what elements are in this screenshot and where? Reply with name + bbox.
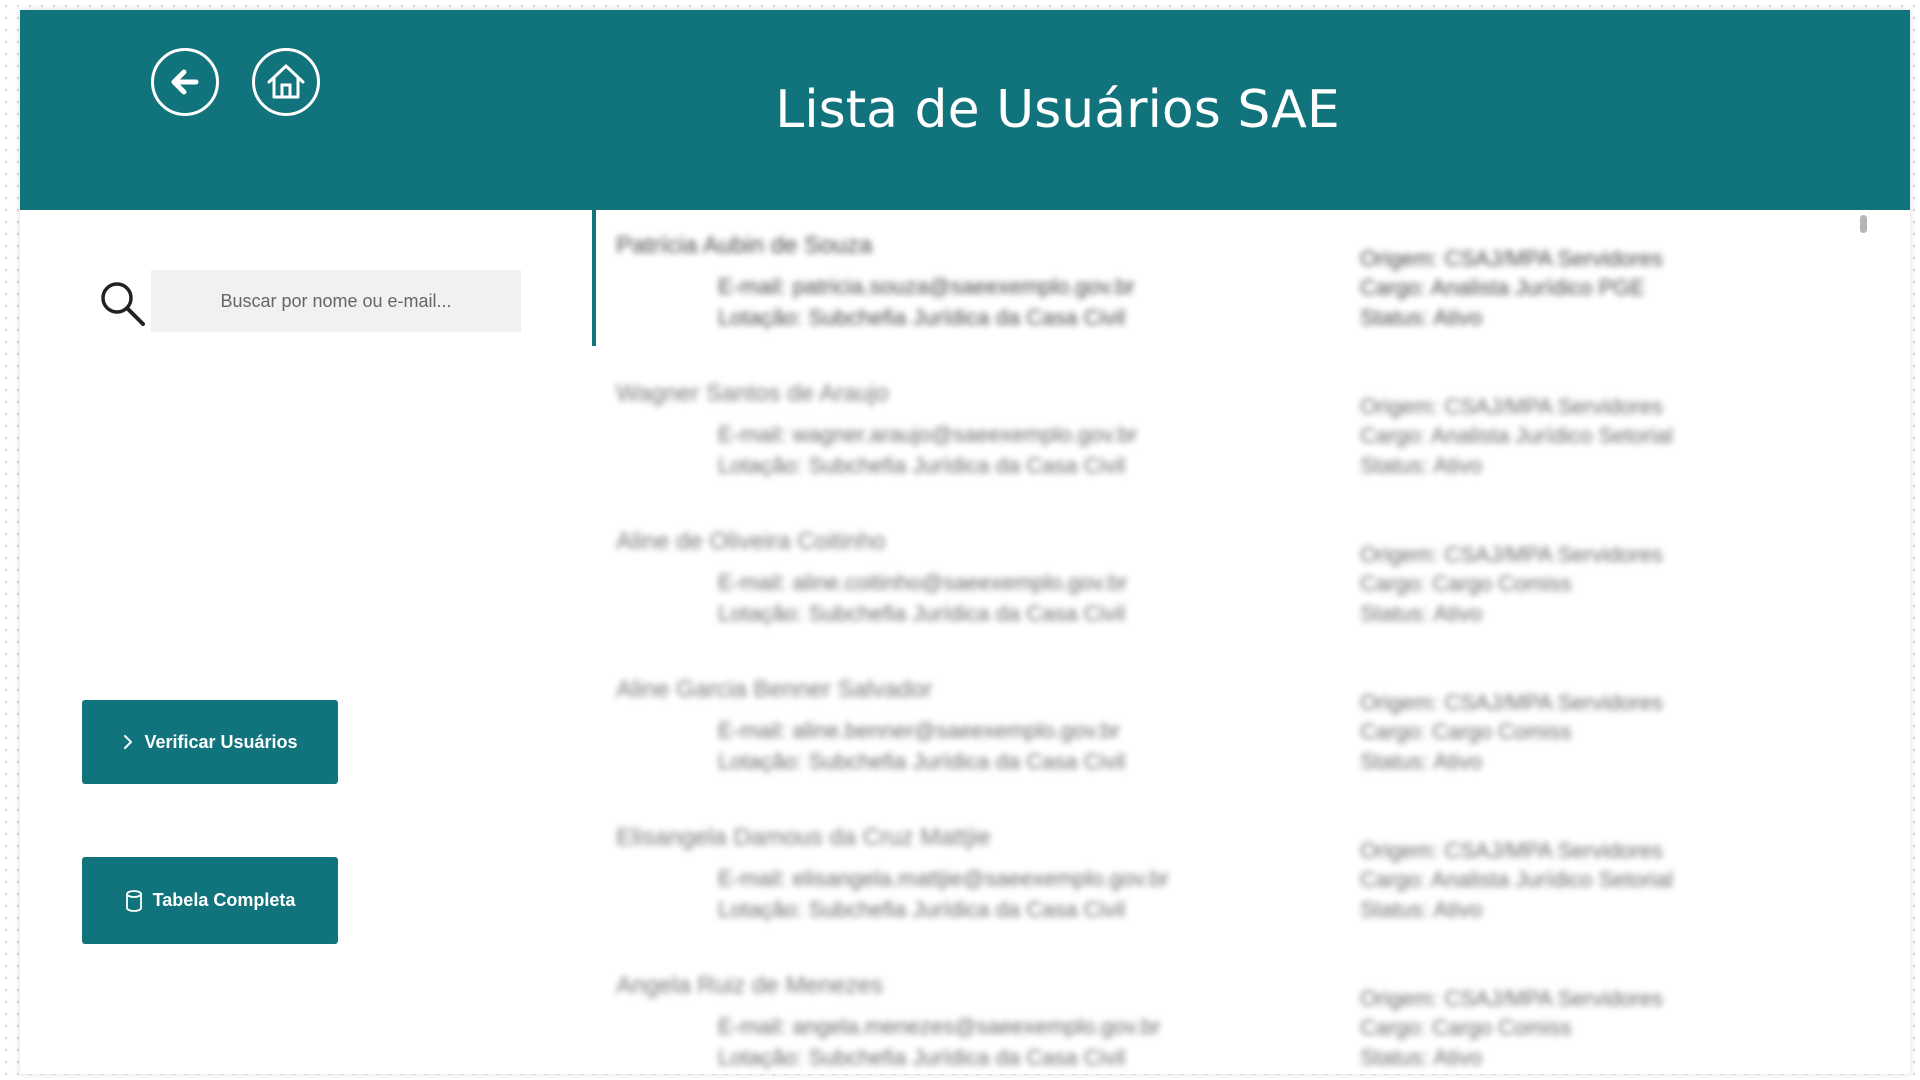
user-name: Patrícia Aubin de Souza [616, 232, 873, 259]
search-icon [101, 282, 145, 326]
user-name: Aline de Oliveira Coitinho [616, 528, 886, 555]
user-email: E-mail: patricia.souza@saeexemplo.gov.br [718, 274, 1135, 299]
header-bar: Lista de Usuários SAE [20, 10, 1910, 210]
user-origem: Origem: CSAJ/MPA Servidores [1360, 394, 1663, 419]
user-email: E-mail: aline.benner@saeexemplo.gov.br [718, 718, 1121, 743]
user-email: E-mail: elisangela.mattjie@saeexemplo.go… [718, 866, 1170, 891]
user-lotacao: Lotação: Subchefia Jurídica da Casa Civi… [718, 1045, 1126, 1070]
user-status: Status: Ativo [1360, 749, 1483, 774]
user-cargo: Cargo: Cargo Comiss [1360, 571, 1572, 596]
user-origem: Origem: CSAJ/MPA Servidores [1360, 690, 1663, 715]
chevron-right-icon [122, 734, 134, 750]
user-name: Aline Garcia Benner Salvador [616, 676, 933, 703]
user-cargo: Cargo: Cargo Comiss [1360, 719, 1572, 744]
database-icon [125, 889, 143, 912]
user-status: Status: Ativo [1360, 453, 1483, 478]
user-origem: Origem: CSAJ/MPA Servidores [1360, 838, 1663, 863]
user-list: Patrícia Aubin de Souza E-mail: patricia… [610, 232, 1870, 1074]
scrollbar-thumb[interactable] [1860, 215, 1867, 233]
user-lotacao: Lotação: Subchefia Jurídica da Casa Civi… [718, 749, 1126, 774]
list-item[interactable]: Aline de Oliveira Coitinho E-mail: aline… [610, 528, 1870, 676]
user-lotacao: Lotação: Subchefia Jurídica da Casa Civi… [718, 305, 1126, 330]
user-email: E-mail: aline.coitinho@saeexemplo.gov.br [718, 570, 1128, 595]
arrow-left-icon [171, 69, 199, 95]
report-canvas: Lista de Usuários SAE Verificar Usuários… [20, 10, 1910, 1074]
user-cargo: Cargo: Analista Jurídico PGE [1360, 275, 1645, 300]
user-cargo: Cargo: Cargo Comiss [1360, 1015, 1572, 1040]
user-email: E-mail: wagner.araujo@saeexemplo.gov.br [718, 422, 1138, 447]
user-origem: Origem: CSAJ/MPA Servidores [1360, 986, 1663, 1011]
user-email: E-mail: angela.menezes@saeexemplo.gov.br [718, 1014, 1161, 1039]
list-item[interactable]: Angela Ruiz de Menezes E-mail: angela.me… [610, 972, 1870, 1074]
list-item[interactable]: Aline Garcia Benner Salvador E-mail: ali… [610, 676, 1870, 824]
page-title: Lista de Usuários SAE [775, 80, 1340, 140]
list-item[interactable]: Elisangela Damous da Cruz Mattjie E-mail… [610, 824, 1870, 972]
user-name: Wagner Santos de Araujo [616, 380, 889, 407]
user-origem: Origem: CSAJ/MPA Servidores [1360, 542, 1663, 567]
user-status: Status: Ativo [1360, 601, 1483, 626]
user-lotacao: Lotação: Subchefia Jurídica da Casa Civi… [718, 453, 1126, 478]
list-item[interactable]: Wagner Santos de Araujo E-mail: wagner.a… [610, 380, 1870, 528]
verify-users-button[interactable]: Verificar Usuários [82, 700, 338, 784]
search-input[interactable] [151, 270, 521, 332]
full-table-button[interactable]: Tabela Completa [82, 857, 338, 944]
user-origem: Origem: CSAJ/MPA Servidores [1360, 246, 1663, 271]
full-table-label: Tabela Completa [152, 890, 296, 910]
user-status: Status: Ativo [1360, 305, 1483, 330]
verify-users-label: Verificar Usuários [144, 731, 298, 752]
list-divider [592, 210, 596, 346]
user-name: Elisangela Damous da Cruz Mattjie [616, 824, 991, 851]
user-lotacao: Lotação: Subchefia Jurídica da Casa Civi… [718, 601, 1126, 626]
user-cargo: Cargo: Analista Jurídico Setorial [1360, 867, 1674, 892]
user-status: Status: Ativo [1360, 1045, 1483, 1070]
list-item[interactable]: Patrícia Aubin de Souza E-mail: patricia… [610, 232, 1870, 380]
user-cargo: Cargo: Analista Jurídico Setorial [1360, 423, 1674, 448]
user-name: Angela Ruiz de Menezes [616, 972, 883, 999]
user-status: Status: Ativo [1360, 897, 1483, 922]
user-lotacao: Lotação: Subchefia Jurídica da Casa Civi… [718, 897, 1126, 922]
